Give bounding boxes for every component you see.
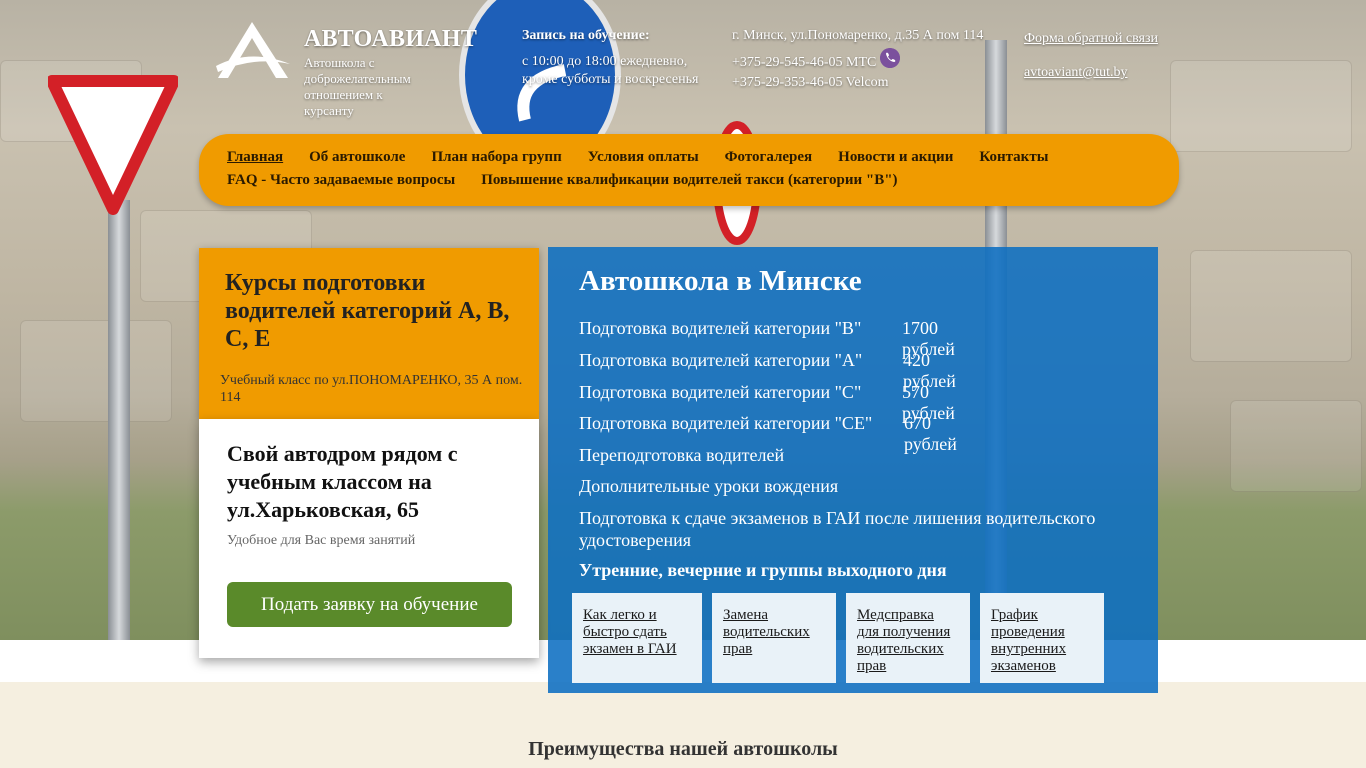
tile-link-exam-schedule[interactable]: График проведения внутренних экзаменов	[991, 607, 1093, 675]
autodrome-subtitle: Удобное для Вас время занятий	[227, 533, 416, 548]
classroom-text: Учебный класс по ул.ПОНОМАРЕНКО, 35 А по…	[220, 373, 523, 405]
wall-stone	[1230, 400, 1362, 492]
email-link[interactable]: avtoaviant@tut.by	[1024, 65, 1127, 81]
course-name: Подготовка водителей категории "СЕ"	[579, 413, 873, 433]
course-name: Подготовка водителей категории "А"	[579, 350, 863, 370]
nav-item-contacts[interactable]: Контакты	[979, 149, 1048, 166]
tile-link-exam-tips[interactable]: Как легко и быстро сдать экзамен в ГАИ	[583, 607, 691, 658]
address-text: г. Минск, ул.Пономаренко, д.35 А пом 114	[732, 28, 984, 43]
nav-row: Главная Об автошколе План набора групп У…	[227, 149, 1048, 166]
info-tile: Как легко и быстро сдать экзамен в ГАИ	[572, 593, 702, 683]
nav-item-faq[interactable]: FAQ - Часто задаваемые вопросы	[227, 172, 455, 189]
nav-row: FAQ - Часто задаваемые вопросы Повышение…	[227, 172, 898, 189]
logo-icon[interactable]	[214, 20, 290, 80]
nav-item-taxi-qualification[interactable]: Повышение квалификации водителей такси (…	[481, 172, 897, 189]
wall-stone	[20, 320, 172, 422]
info-tile: Медсправка для получения водительских пр…	[846, 593, 970, 683]
extra-service: Переподготовка водителей	[579, 445, 785, 465]
groups-text: Утренние, вечерние и группы выходного дн…	[579, 560, 947, 580]
extra-service: Дополнительные уроки вождения	[579, 476, 839, 496]
wall-stone	[1190, 250, 1352, 362]
autodrome-card: Свой автодром рядом с учебным классом на…	[199, 419, 539, 658]
schedule-text: с 10:00 до 18:00 ежедневно, кроме суббот…	[522, 54, 699, 87]
course-row: Подготовка водителей категории "СЕ" 670 …	[579, 413, 957, 454]
info-tile: График проведения внутренних экзаменов	[980, 593, 1104, 683]
nav-item-payment[interactable]: Условия оплаты	[588, 149, 699, 166]
schedule-title: Запись на обучение:	[522, 28, 650, 43]
advantages-title: Преимущества нашей автошколы	[528, 738, 838, 760]
nav-item-home[interactable]: Главная	[227, 149, 283, 166]
nav-item-news[interactable]: Новости и акции	[838, 149, 953, 166]
main-nav: Главная Об автошколе План набора групп У…	[199, 134, 1179, 206]
feedback-form-link[interactable]: Форма обратной связи	[1024, 31, 1158, 47]
tile-link-medical-certificate[interactable]: Медсправка для получения водительских пр…	[857, 607, 959, 675]
extra-service: Подготовка к сдаче экзаменов в ГАИ после…	[579, 508, 1096, 550]
nav-item-about[interactable]: Об автошколе	[309, 149, 405, 166]
course-row: Подготовка водителей категории "А" 420 р…	[579, 350, 956, 391]
course-row: Подготовка водителей категории "В" 1700 …	[579, 318, 955, 359]
wall-stone	[1170, 60, 1352, 152]
yield-sign-icon	[48, 75, 178, 215]
autodrome-title: Свой автодром рядом с учебным классом на…	[227, 441, 458, 522]
courses-card: Курсы подготовки водителей категорий А, …	[199, 248, 539, 419]
panel-title: Автошкола в Минске	[579, 265, 862, 297]
brand-tagline: Автошкола с доброжелательным отношением …	[304, 55, 411, 118]
nav-item-gallery[interactable]: Фотогалерея	[725, 149, 813, 166]
viber-icon[interactable]	[880, 48, 900, 68]
course-name: Подготовка водителей категории "С"	[579, 382, 862, 402]
main-panel: Автошкола в Минске Подготовка водителей …	[548, 247, 1158, 693]
sign-pole	[108, 200, 130, 640]
info-tile: Замена водительских прав	[712, 593, 836, 683]
apply-button[interactable]: Подать заявку на обучение	[227, 582, 512, 627]
phone-mts[interactable]: +375-29-545-46-05 МТС	[732, 55, 876, 71]
nav-item-groups-plan[interactable]: План набора групп	[431, 149, 561, 166]
course-name: Подготовка водителей категории "В"	[579, 318, 862, 338]
tile-link-license-replacement[interactable]: Замена водительских прав	[723, 607, 825, 658]
course-row: Подготовка водителей категории "С" 570 р…	[579, 382, 955, 423]
phone-velcom[interactable]: +375-29-353-46-05 Velcom	[732, 75, 889, 91]
brand-title[interactable]: АВТОАВИАНТ	[304, 26, 477, 53]
courses-title: Курсы подготовки водителей категорий А, …	[225, 270, 510, 352]
